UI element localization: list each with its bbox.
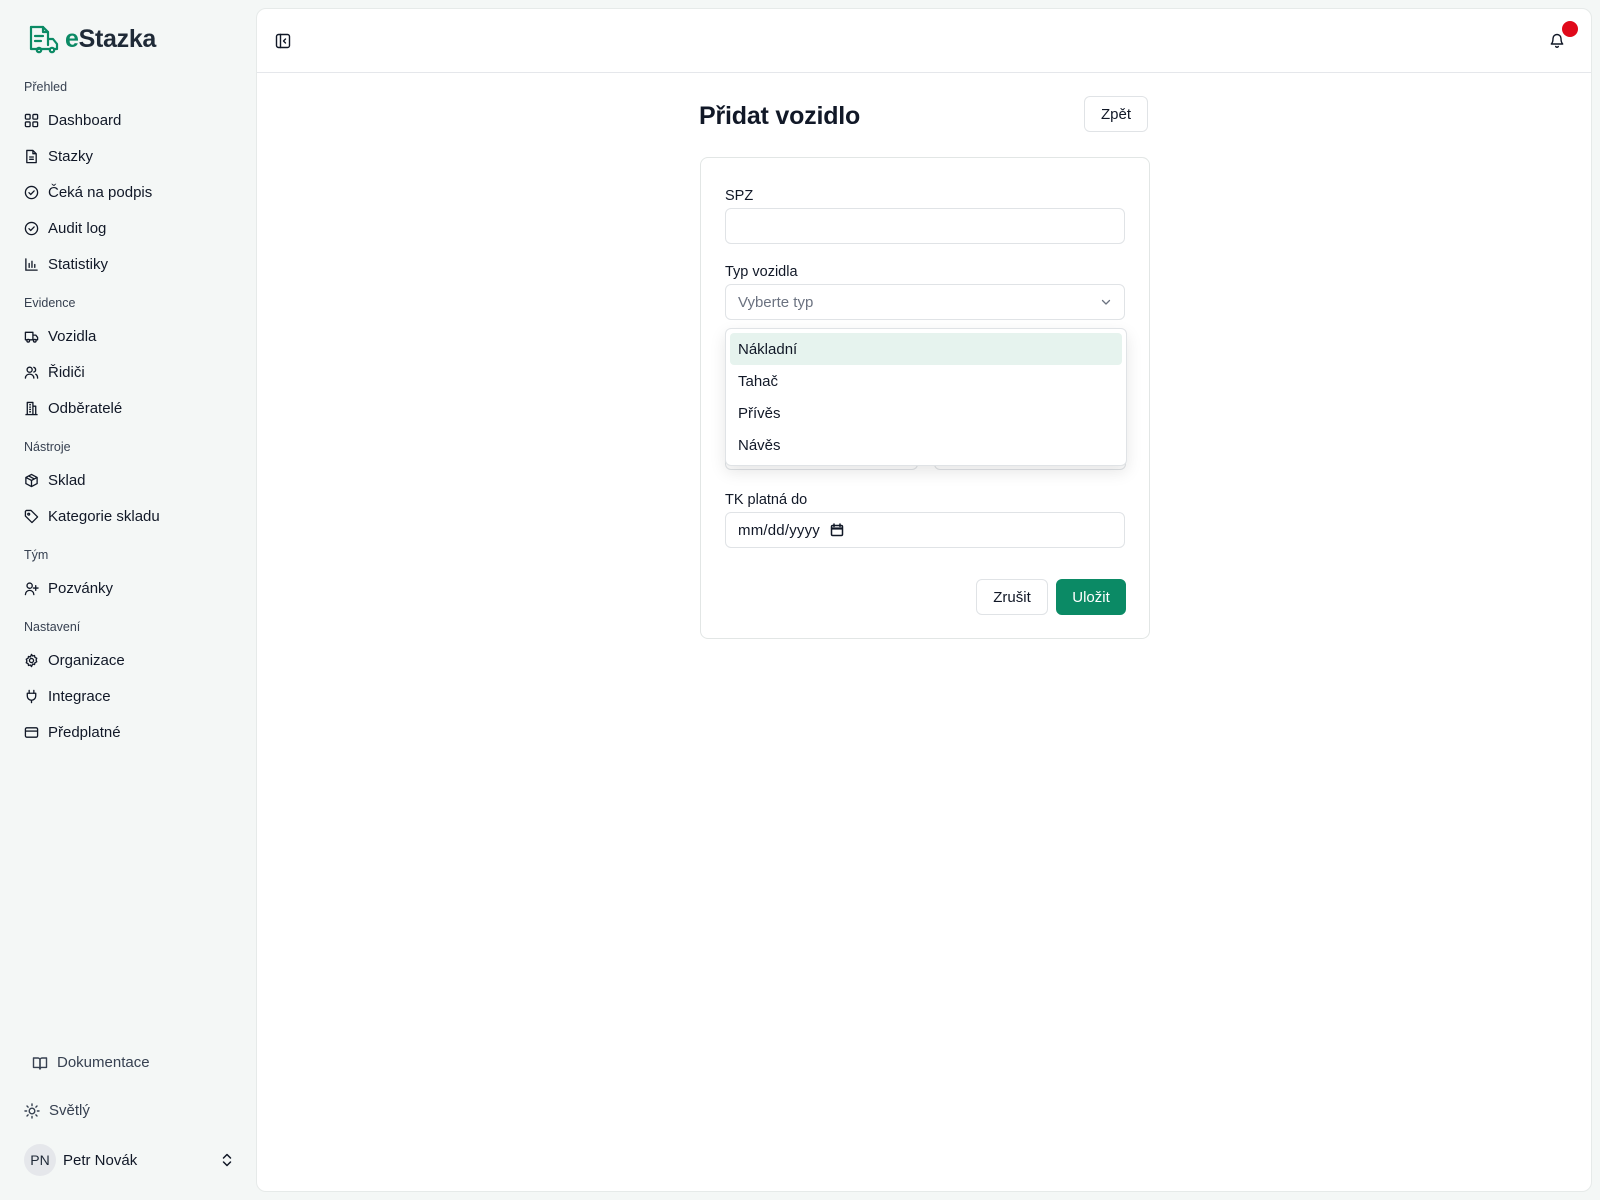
sidebar-item-audit-log[interactable]: Audit log	[16, 212, 240, 244]
sidebar-item-statistiky[interactable]: Statistiky	[16, 248, 240, 280]
sidebar-item-label: Předplatné	[48, 723, 121, 741]
sidebar-item-label: Stazky	[48, 147, 94, 165]
documentation-link[interactable]: Dokumentace	[32, 1054, 150, 1071]
sidebar-item-kategorie-skladu[interactable]: Kategorie skladu	[16, 500, 240, 532]
sidebar-item-label: Organizace	[48, 651, 125, 669]
tag-icon	[24, 509, 39, 523]
vehicle-type-label: Typ vozidla	[725, 264, 798, 280]
main-panel: Přidat vozidlo Zpět SPZ Typ vozidla Vybe…	[256, 8, 1592, 1192]
users-icon	[24, 365, 39, 379]
spz-label: SPZ	[725, 188, 754, 204]
vehicle-form-card: SPZ Typ vozidla Vyberte typ TK platná do…	[700, 157, 1150, 639]
book-icon	[32, 1056, 48, 1070]
vehicle-type-option-tahac[interactable]: Tahač	[730, 365, 1122, 397]
vehicle-type-option-nakladni[interactable]: Nákladní	[730, 333, 1122, 365]
sidebar-item-label: Integrace	[48, 687, 111, 705]
sidebar-item-sklad[interactable]: Sklad	[16, 464, 240, 496]
back-button[interactable]: Zpět	[1084, 96, 1148, 132]
page-title: Přidat vozidlo	[699, 102, 861, 130]
chevron-down-icon	[1101, 299, 1111, 305]
sidebar-item-label: Sklad	[48, 471, 86, 489]
spz-input[interactable]	[725, 208, 1125, 244]
vehicle-type-option-prives[interactable]: Přívěs	[730, 397, 1122, 429]
sun-icon	[24, 1102, 40, 1119]
building-icon	[25, 401, 38, 415]
user-menu[interactable]: PN Petr Novák	[24, 1143, 234, 1177]
check-circle-icon	[24, 221, 39, 235]
tk-date-placeholder: mm/dd/yyyy	[738, 521, 821, 539]
sidebar-item-organizace[interactable]: Organizace	[16, 644, 240, 676]
section-label-nastroje: Nástroje	[24, 440, 71, 454]
calendar-icon[interactable]	[830, 523, 844, 537]
gear-icon	[25, 653, 38, 667]
grid-icon	[24, 113, 39, 127]
sidebar: eStazka Přehled Dashboard Stazky Čeká na…	[0, 0, 256, 1200]
sidebar-item-label: Vozidla	[48, 327, 97, 345]
user-plus-icon	[24, 581, 39, 595]
section-label-tym: Tým	[24, 548, 49, 562]
sidebar-item-stazky[interactable]: Stazky	[16, 140, 240, 172]
sidebar-item-pozvanky[interactable]: Pozvánky	[16, 572, 240, 604]
brand-name: eStazka	[65, 24, 157, 53]
sidebar-item-ceka-na-podpis[interactable]: Čeká na podpis	[16, 176, 240, 208]
sidebar-item-odberatele[interactable]: Odběratelé	[16, 392, 240, 424]
sidebar-item-label: Pozvánky	[48, 579, 114, 597]
vehicle-type-placeholder: Vyberte typ	[738, 293, 814, 311]
theme-label: Světlý	[49, 1102, 90, 1119]
sidebar-item-dashboard[interactable]: Dashboard	[16, 104, 240, 136]
sidebar-item-vozidla[interactable]: Vozidla	[16, 320, 240, 352]
sidebar-item-label: Kategorie skladu	[48, 507, 160, 525]
bell-icon[interactable]	[1549, 32, 1565, 49]
section-label-nastaveni: Nastavení	[24, 620, 81, 634]
bar-chart-icon	[25, 257, 38, 271]
topbar	[257, 9, 1591, 73]
tk-date-input[interactable]: mm/dd/yyyy	[725, 512, 1125, 548]
vehicle-type-select[interactable]: Vyberte typ	[725, 284, 1125, 320]
tk-valid-until-label: TK platná do	[725, 492, 808, 508]
plug-icon	[26, 689, 37, 703]
package-icon	[25, 473, 38, 487]
sidebar-item-integrace[interactable]: Integrace	[16, 680, 240, 712]
sidebar-item-label: Audit log	[48, 219, 107, 237]
document-icon	[26, 149, 37, 163]
cancel-button[interactable]: Zrušit	[976, 579, 1048, 615]
documentation-label: Dokumentace	[57, 1054, 150, 1071]
check-circle-icon	[24, 185, 39, 199]
sidebar-item-label: Statistiky	[48, 255, 109, 273]
theme-toggle[interactable]: Světlý	[24, 1102, 90, 1119]
vehicle-type-dropdown: Nákladní Tahač Přívěs Návěs	[725, 328, 1127, 466]
avatar: PN	[24, 1144, 56, 1176]
vehicle-type-option-naves[interactable]: Návěs	[730, 429, 1122, 461]
user-name: Petr Novák	[63, 1151, 138, 1169]
sidebar-item-label: Odběratelé	[48, 399, 123, 417]
sidebar-item-predplatne[interactable]: Předplatné	[16, 716, 240, 748]
credit-card-icon	[24, 726, 39, 738]
sidebar-item-label: Čeká na podpis	[48, 183, 153, 201]
sidebar-item-label: Řidiči	[48, 363, 85, 381]
chevron-up-down-icon	[222, 1153, 232, 1167]
truck-document-icon	[27, 23, 61, 55]
brand-logo[interactable]: eStazka	[27, 22, 156, 56]
section-label-prehled: Přehled	[24, 80, 68, 94]
sidebar-item-ridici[interactable]: Řidiči	[16, 356, 240, 388]
sidebar-item-label: Dashboard	[48, 111, 122, 129]
section-label-evidence: Evidence	[24, 296, 76, 310]
save-button[interactable]: Uložit	[1056, 579, 1126, 615]
truck-icon	[24, 331, 39, 343]
notification-badge	[1562, 21, 1578, 37]
sidebar-toggle-icon[interactable]	[275, 33, 291, 49]
